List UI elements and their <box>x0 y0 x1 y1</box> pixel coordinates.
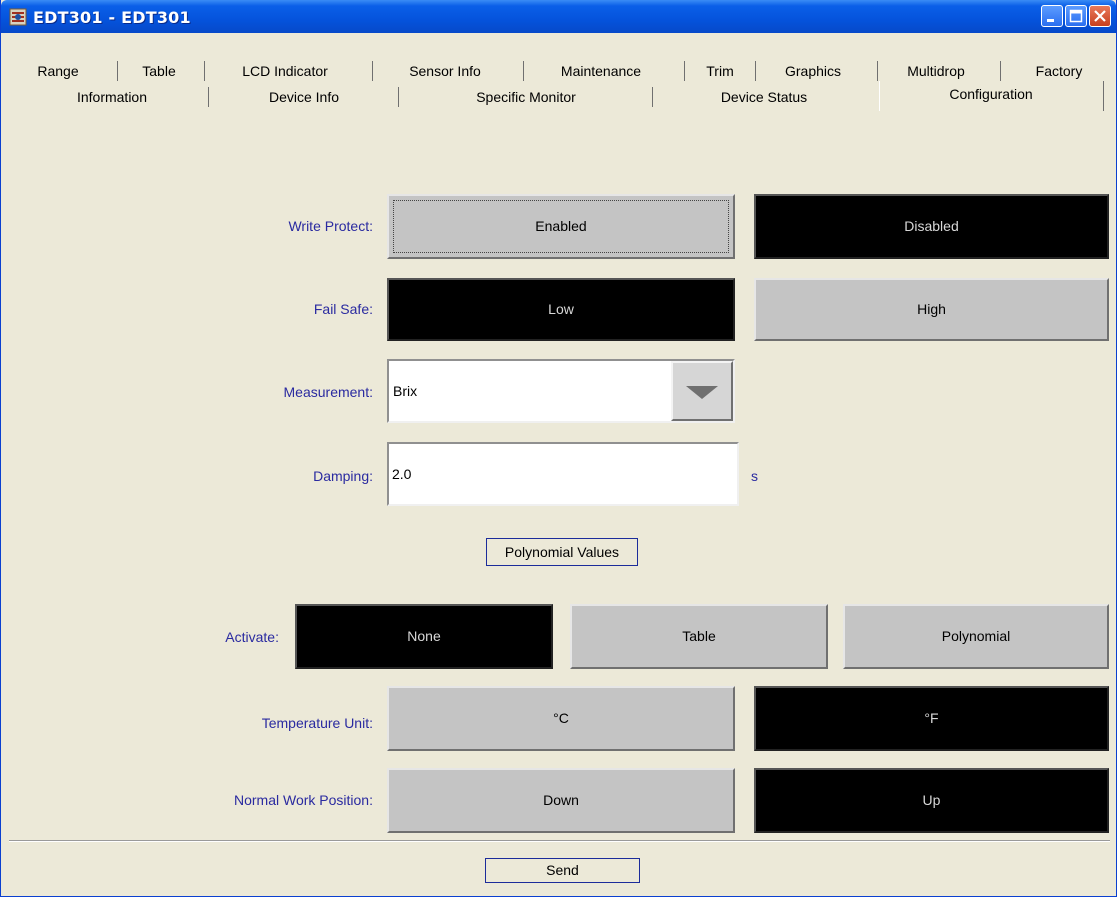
tab-edge <box>879 81 880 111</box>
tab-separator <box>204 61 205 81</box>
tab-separator <box>372 61 373 81</box>
send-button[interactable]: Send <box>485 858 640 883</box>
tab-separator <box>684 61 685 81</box>
measurement-dropdown-button[interactable] <box>671 361 733 421</box>
activate-none-button[interactable]: None <box>295 604 553 669</box>
fail-safe-high-button[interactable]: High <box>754 278 1109 341</box>
minimize-button[interactable] <box>1041 5 1063 27</box>
tab-range[interactable]: Range <box>17 61 99 81</box>
tab-specific-monitor[interactable]: Specific Monitor <box>401 87 651 107</box>
temperature-unit-celsius-button[interactable]: °C <box>387 686 735 751</box>
write-protect-enabled-button[interactable]: Enabled <box>387 194 735 259</box>
tab-separator <box>652 87 653 107</box>
tab-separator <box>877 61 878 81</box>
tab-multidrop[interactable]: Multidrop <box>883 61 989 81</box>
activate-table-button[interactable]: Table <box>570 604 828 669</box>
temperature-unit-fahrenheit-button[interactable]: °F <box>754 686 1109 751</box>
configuration-panel: Write Protect: Enabled Disabled Fail Saf… <box>9 112 1110 840</box>
measurement-selected-value: Brix <box>393 383 418 399</box>
normal-work-position-down-button[interactable]: Down <box>387 768 735 833</box>
write-protect-disabled-button[interactable]: Disabled <box>754 194 1109 259</box>
dropdown-arrow-icon <box>686 386 718 399</box>
damping-input[interactable] <box>387 442 739 506</box>
tab-strip: Range Table LCD Indicator Sensor Info Ma… <box>1 33 1116 113</box>
tab-separator <box>755 61 756 81</box>
minimize-icon <box>1047 19 1054 22</box>
measurement-label: Measurement: <box>283 384 373 400</box>
bottom-bar: Send <box>9 840 1110 896</box>
activate-polynomial-button[interactable]: Polynomial <box>843 604 1109 669</box>
maximize-button[interactable] <box>1065 5 1087 27</box>
tab-graphics[interactable]: Graphics <box>763 61 863 81</box>
damping-unit: s <box>751 468 758 484</box>
damping-label: Damping: <box>313 468 373 484</box>
close-button[interactable] <box>1089 5 1111 27</box>
normal-work-position-label: Normal Work Position: <box>233 792 373 808</box>
tab-separator <box>208 87 209 107</box>
application-window: EDT301 - EDT301 Range Table LCD Indicato… <box>0 0 1117 897</box>
title-bar[interactable]: EDT301 - EDT301 <box>1 0 1116 33</box>
tab-separator <box>1000 61 1001 81</box>
tab-information[interactable]: Information <box>17 87 207 107</box>
close-icon <box>1094 10 1106 22</box>
tab-lcd-indicator[interactable]: LCD Indicator <box>211 61 359 81</box>
divider <box>9 841 1110 842</box>
tab-sensor-info[interactable]: Sensor Info <box>379 61 511 81</box>
fail-safe-low-button[interactable]: Low <box>387 278 735 341</box>
maximize-icon <box>1069 9 1083 23</box>
temperature-unit-label: Temperature Unit: <box>261 715 373 731</box>
polynomial-values-button[interactable]: Polynomial Values <box>486 538 638 566</box>
tab-configuration[interactable]: Configuration <box>881 81 1101 111</box>
window-title: EDT301 - EDT301 <box>33 8 191 27</box>
tab-separator <box>523 61 524 81</box>
write-protect-label: Write Protect: <box>288 218 373 234</box>
activate-label: Activate: <box>225 629 279 645</box>
tab-device-status[interactable]: Device Status <box>655 87 873 107</box>
tab-factory[interactable]: Factory <box>1007 61 1111 81</box>
tab-table[interactable]: Table <box>125 61 193 81</box>
normal-work-position-up-button[interactable]: Up <box>754 768 1109 833</box>
tab-edge <box>1103 81 1104 111</box>
app-icon[interactable] <box>9 8 27 26</box>
measurement-select[interactable]: Brix <box>387 359 735 423</box>
tab-separator <box>398 87 399 107</box>
fail-safe-label: Fail Safe: <box>313 301 373 317</box>
tab-trim[interactable]: Trim <box>690 61 750 81</box>
tab-device-info[interactable]: Device Info <box>211 87 397 107</box>
tab-maintenance[interactable]: Maintenance <box>531 61 671 81</box>
tab-separator <box>117 61 118 81</box>
